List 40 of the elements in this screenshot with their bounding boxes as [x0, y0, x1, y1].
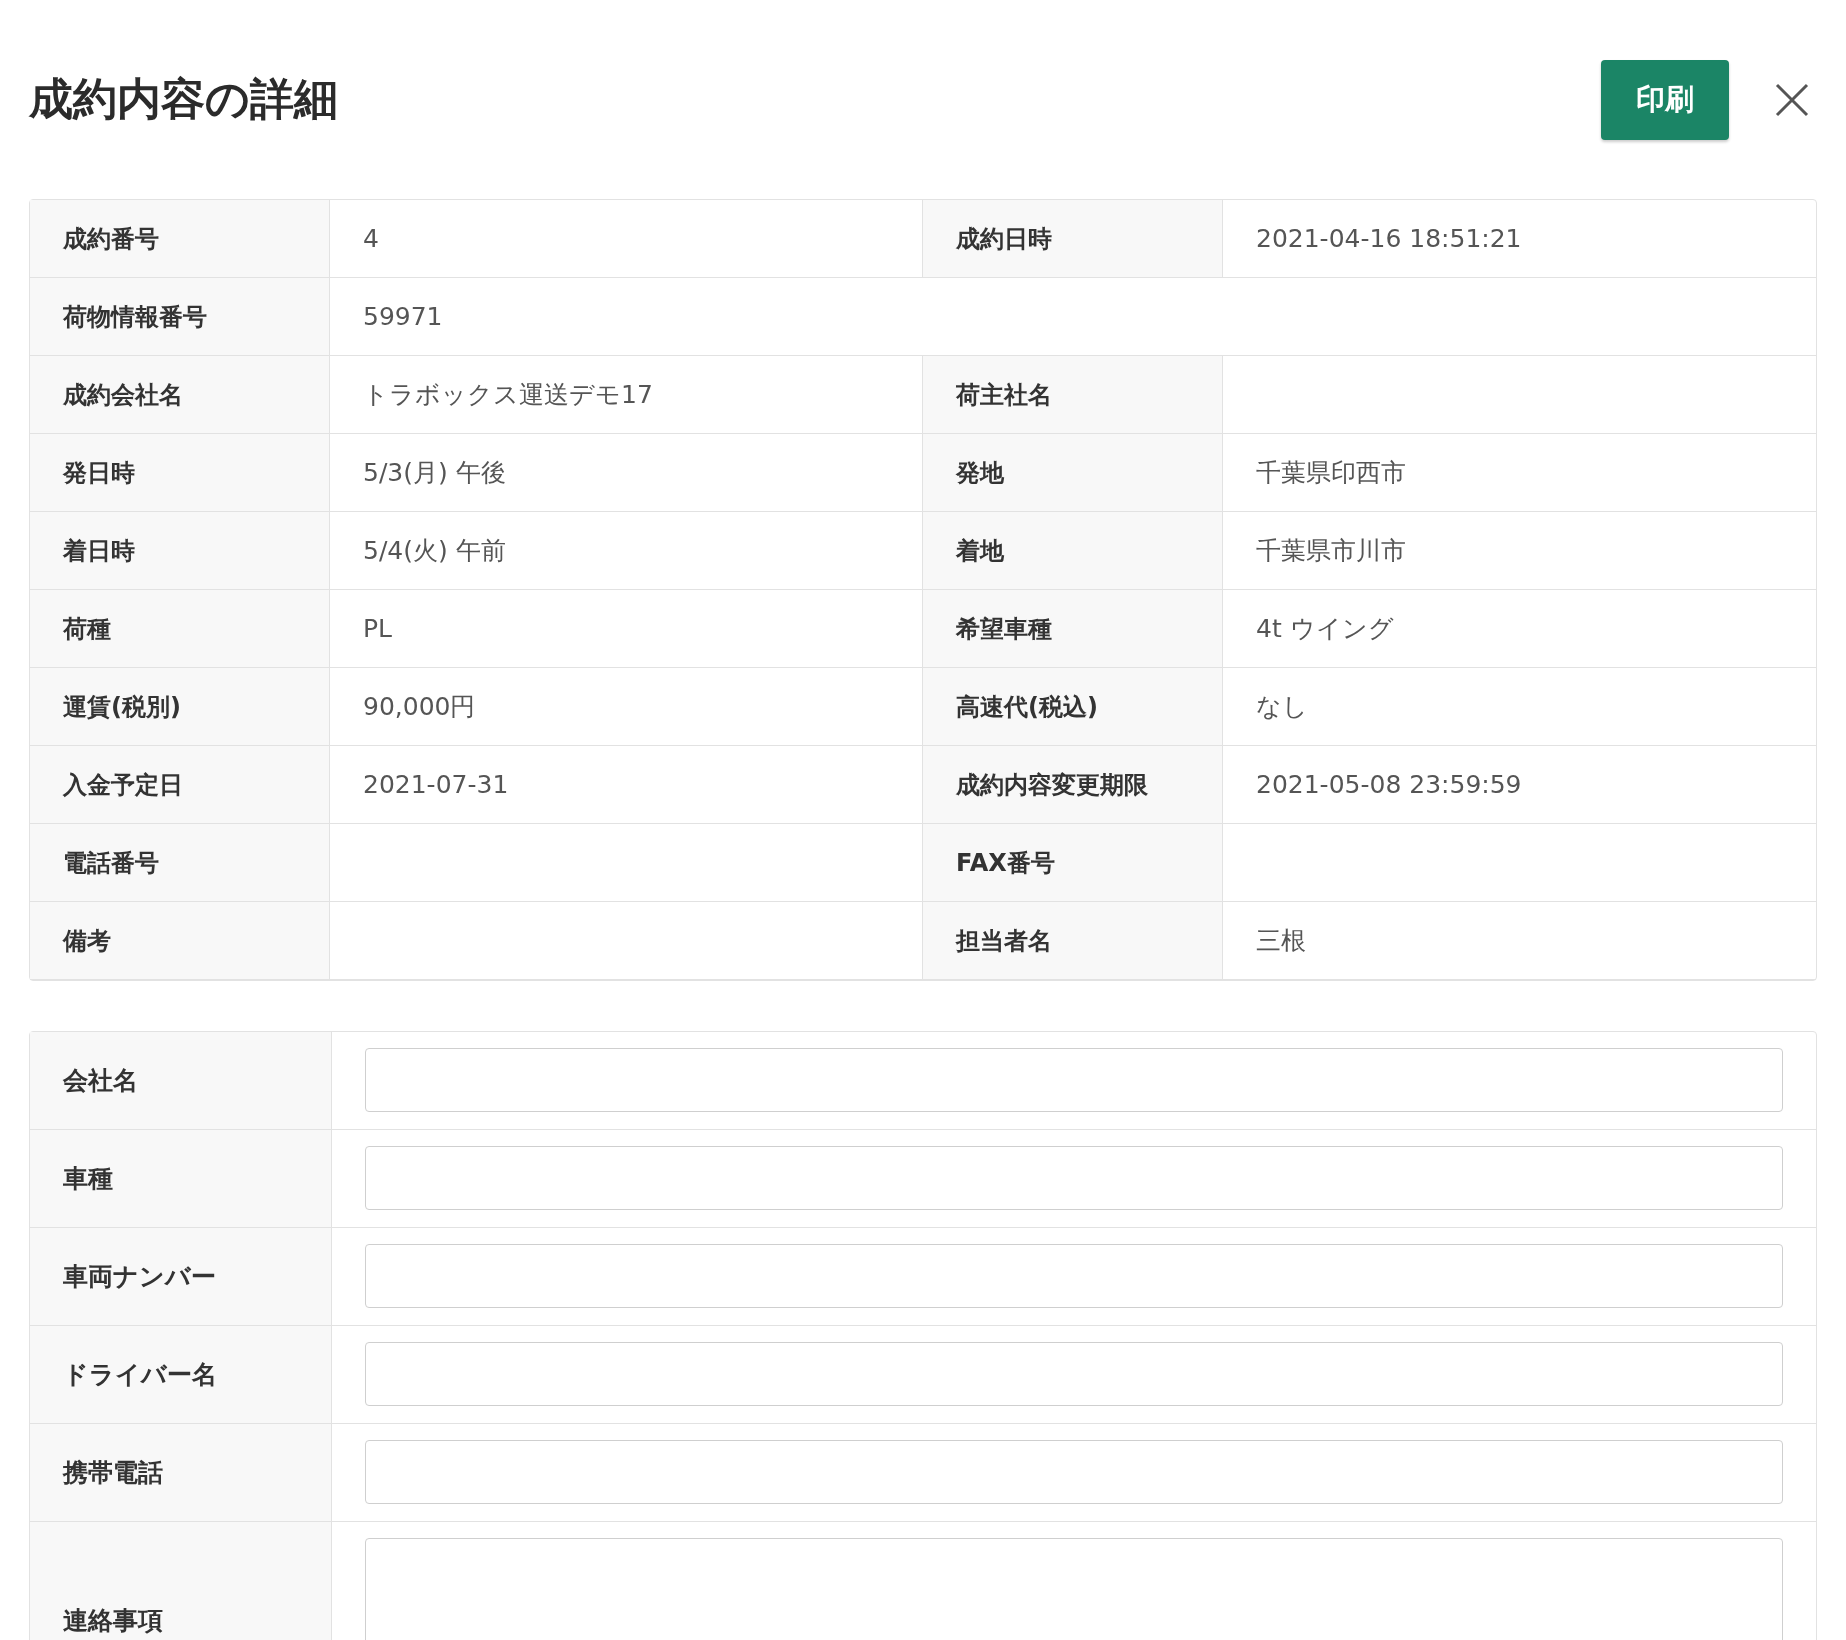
input-field[interactable] [365, 1440, 1783, 1504]
field-label: 成約内容変更期限 [923, 746, 1223, 824]
field-label: 着日時 [30, 512, 330, 590]
field-label: 荷物情報番号 [30, 278, 330, 356]
field-label: 着地 [923, 512, 1223, 590]
field-label: 入金予定日 [30, 746, 330, 824]
input-field[interactable] [365, 1244, 1783, 1308]
field-label: 高速代(税込) [923, 668, 1223, 746]
field-label: 携帯電話 [63, 1457, 163, 1489]
field-label: 成約番号 [30, 200, 330, 278]
field-label: 成約会社名 [30, 356, 330, 434]
field-label: 荷主社名 [923, 356, 1223, 434]
field-label: 運賃(税別) [30, 668, 330, 746]
field-label: 車両ナンバー [63, 1261, 216, 1293]
field-label: 電話番号 [30, 824, 330, 902]
field-value: 2021-04-16 18:51:21 [1223, 200, 1816, 278]
field-label: 備考 [30, 902, 330, 980]
close-icon[interactable] [1775, 82, 1809, 117]
field-value: 三根 [1223, 902, 1816, 980]
field-value: 2021-05-08 23:59:59 [1223, 746, 1816, 824]
field-label: 発日時 [30, 434, 330, 512]
field-label: 発地 [923, 434, 1223, 512]
field-value: 千葉県市川市 [1223, 512, 1816, 590]
field-label: 会社名 [63, 1065, 138, 1097]
field-label: 希望車種 [923, 590, 1223, 668]
dialog-title: 成約内容の詳細 [29, 72, 339, 126]
input-field[interactable] [365, 1146, 1783, 1210]
field-value: 4t ウイング [1223, 590, 1816, 668]
input-field[interactable] [365, 1342, 1783, 1406]
input-field[interactable] [365, 1048, 1783, 1112]
field-value: なし [1223, 668, 1816, 746]
field-label: 荷種 [30, 590, 330, 668]
field-label: FAX番号 [923, 824, 1223, 902]
field-label: ドライバー名 [63, 1359, 217, 1391]
field-label: 担当者名 [923, 902, 1223, 980]
field-label: 車種 [63, 1163, 113, 1195]
field-label: 成約日時 [923, 200, 1223, 278]
print-button[interactable]: 印刷 [1601, 59, 1729, 140]
field-value: 千葉県印西市 [1223, 434, 1816, 512]
field-label: 連絡事項 [63, 1604, 163, 1637]
